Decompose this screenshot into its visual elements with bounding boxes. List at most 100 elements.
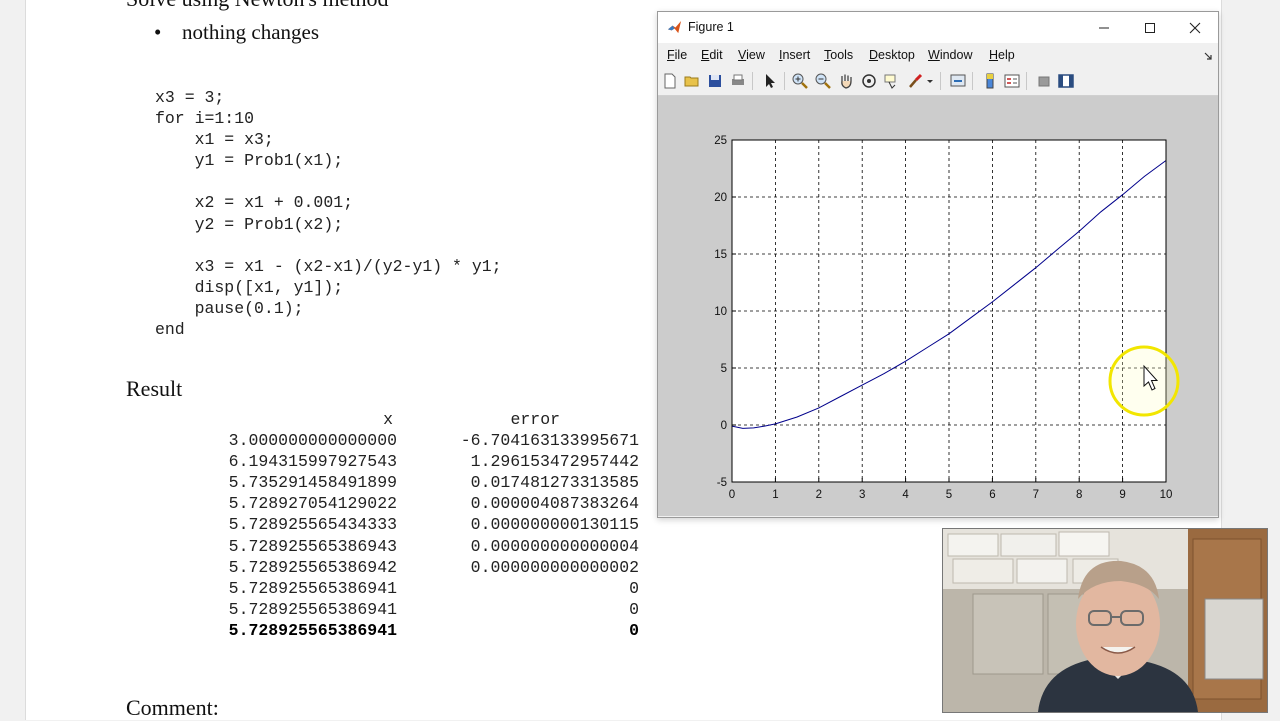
header-error: error [510, 410, 560, 429]
plot-axes[interactable]: 0 1 2 3 4 5 6 7 8 9 10-50510152025 [658, 96, 1218, 516]
code-line: y2 = Prob1(x2); [155, 214, 344, 234]
menu-tools[interactable]: Tools [824, 48, 853, 62]
menu-help[interactable]: Help [989, 48, 1015, 62]
figure-toolbar [658, 67, 1218, 96]
edit-plot-arrow-icon[interactable] [761, 72, 779, 90]
x-tick-label: 6 [989, 489, 995, 501]
brush-icon[interactable] [906, 72, 924, 90]
print-figure-icon[interactable] [729, 72, 747, 90]
code-line: x2 = x1 + 0.001; [155, 193, 354, 213]
menu-edit[interactable]: Edit [701, 48, 723, 62]
result-x-value: 5.728925565386941 [228, 599, 397, 619]
result-row: 5.728925565386941 0 [191, 620, 639, 641]
presenter-webcam [942, 528, 1268, 713]
x-tick-label: 0 [729, 489, 735, 501]
toolbar-separator [784, 72, 785, 90]
insert-colorbar-icon[interactable] [981, 72, 999, 90]
result-row: 5.728925565434333 0.000000000130115 [191, 514, 639, 535]
close-icon [1189, 22, 1201, 33]
result-x-value: 5.728927054129022 [228, 494, 397, 514]
code-line: disp([x1, y1]); [155, 277, 344, 297]
show-plot-tools-icon[interactable] [1057, 72, 1075, 90]
code-block: x3 = 3; for i=1:10 x1 = x3; y1 = Prob1(x… [155, 87, 502, 340]
zoom-out-icon[interactable] [814, 72, 832, 90]
menu-file[interactable]: File [667, 48, 687, 62]
toolbar-separator [1026, 72, 1027, 90]
menu-view[interactable]: View [738, 48, 765, 62]
toolbar-separator [940, 72, 941, 90]
result-row: 5.728925565386941 0 [191, 578, 639, 599]
save-figure-icon[interactable] [706, 72, 724, 90]
result-row: 5.728925565386943 0.000000000000004 [191, 536, 639, 557]
dock-arrow-icon[interactable] [1204, 52, 1212, 60]
comment-title: Comment: [126, 695, 219, 720]
open-file-icon[interactable] [683, 72, 701, 90]
code-line: x1 = x3; [155, 130, 274, 150]
result-error-value: 0.000000000130115 [470, 515, 639, 535]
x-tick-label: 4 [902, 489, 909, 501]
x-tick-label: 10 [1160, 489, 1173, 501]
result-x-value: 5.728925565386942 [228, 557, 397, 577]
menu-desktop[interactable]: Desktop [869, 48, 915, 62]
toolbar-separator [972, 72, 973, 90]
figure-window[interactable]: Figure 1 File Edit View Insert Tools Des… [657, 11, 1219, 518]
rotate-3d-icon[interactable] [860, 72, 878, 90]
y-tick-label: 15 [714, 249, 727, 261]
result-header-row: x error [191, 409, 639, 430]
figure-titlebar[interactable]: Figure 1 [658, 12, 1218, 43]
code-line: for i=1:10 [155, 109, 255, 129]
bullet-text: nothing changes [182, 20, 320, 44]
result-row: 5.728925565386942 0.000000000000002 [191, 557, 639, 578]
result-x-value: 5.728925565434333 [228, 515, 397, 535]
link-plot-icon[interactable] [949, 72, 967, 90]
y-tick-label: 20 [714, 192, 727, 204]
result-x-value: 5.735291458491899 [228, 473, 397, 493]
result-row: 5.728925565386941 0 [191, 599, 639, 620]
result-row: 5.728927054129022 0.000004087383264 [191, 493, 639, 514]
y-tick-label: -5 [717, 477, 727, 489]
y-tick-label: 5 [721, 363, 727, 375]
code-line: end [155, 320, 185, 340]
x-tick-label: 7 [1033, 489, 1039, 501]
figure-title: Figure 1 [688, 20, 734, 34]
pan-hand-icon[interactable] [837, 72, 855, 90]
x-tick-label: 3 [859, 489, 865, 501]
maximize-icon [1145, 22, 1155, 33]
y-tick-label: 25 [714, 135, 727, 147]
minimize-button[interactable] [1081, 12, 1127, 43]
matlab-logo-icon [667, 20, 682, 34]
code-line: x3 = x1 - (x2-x1)/(y2-y1) * y1; [155, 256, 502, 276]
result-title: Result [126, 376, 183, 401]
result-error-value: 0 [629, 578, 639, 598]
bullet-item: • nothing changes [154, 20, 319, 45]
insert-legend-icon[interactable] [1003, 72, 1021, 90]
x-tick-label: 5 [946, 489, 952, 501]
y-tick-label: 0 [721, 420, 727, 432]
code-line: y1 = Prob1(x1); [155, 151, 344, 171]
result-x-value: 6.194315997927543 [228, 452, 397, 472]
result-table: x error 3.000000000000000 -6.704163133995… [191, 409, 639, 641]
result-row: 6.194315997927543 1.296153472957442 [191, 451, 639, 472]
minimize-icon [1099, 27, 1109, 28]
bullet-dot: • [154, 20, 162, 44]
new-figure-icon[interactable] [661, 72, 679, 90]
figure-menubar: File Edit View Insert Tools Desktop Wind… [658, 43, 1218, 67]
code-line: pause(0.1); [155, 298, 304, 318]
close-button[interactable] [1172, 12, 1218, 43]
header-x: x [383, 410, 393, 429]
menu-insert[interactable]: Insert [779, 48, 810, 62]
maximize-button[interactable] [1127, 12, 1173, 43]
result-x-value: 5.728925565386943 [228, 536, 397, 556]
code-line: x3 = 3; [155, 88, 225, 107]
section-title: Solve using Newton's method [126, 0, 388, 12]
hide-plot-tools-icon[interactable] [1035, 72, 1053, 90]
result-error-value: 0 [629, 620, 639, 640]
presenter-webcam-feed [943, 529, 1267, 712]
zoom-in-icon[interactable] [791, 72, 809, 90]
data-cursor-icon[interactable] [883, 72, 901, 90]
result-error-value: 0.000004087383264 [470, 494, 639, 514]
menu-window[interactable]: Window [928, 48, 972, 62]
result-x-value: 5.728925565386941 [228, 578, 397, 598]
brush-dropdown-icon[interactable] [925, 72, 935, 90]
result-error-value: 0.000000000000002 [470, 557, 639, 577]
